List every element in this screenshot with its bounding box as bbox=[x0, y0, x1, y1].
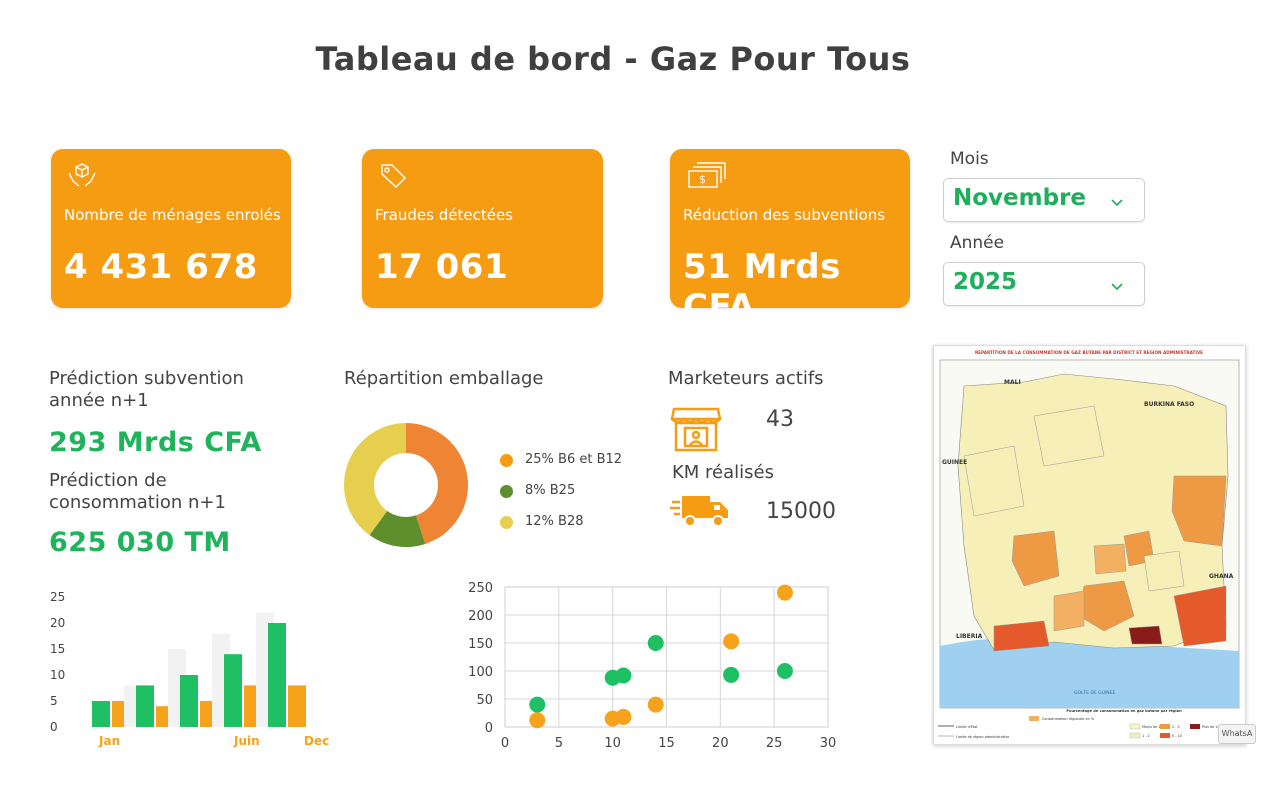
x-tick-label: 0 bbox=[501, 736, 509, 751]
scatter-point bbox=[647, 696, 664, 713]
year-select[interactable]: 2025 bbox=[943, 262, 1145, 306]
y-tick-label: 50 bbox=[476, 693, 493, 708]
kpi-value: 17 061 bbox=[375, 247, 509, 287]
kpi-card-subsidy-reduction: $ Réduction des subventions 51 Mrds CFA bbox=[670, 149, 910, 327]
year-filter-label: Année bbox=[950, 233, 1005, 253]
map-legend-title: Pourcentage de consommation en gaz butan… bbox=[1066, 709, 1182, 713]
y-tick-label: 0 bbox=[485, 721, 493, 736]
kpi-card-households: Nombre de ménages enrolés 4 431 678 bbox=[51, 149, 291, 308]
kpi-label: Nombre de ménages enrolés bbox=[64, 206, 281, 224]
map-legend-line: Limite d'Etat bbox=[956, 725, 978, 729]
bar-green bbox=[180, 675, 198, 727]
x-tick-label: 15 bbox=[658, 736, 675, 751]
consumption-map: REPARTITION DE LA CONSOMMATION DE GAZ BU… bbox=[933, 345, 1246, 745]
money-icon: $ bbox=[686, 161, 726, 195]
packaging-donut-chart bbox=[344, 423, 468, 547]
y-tick-label: 0 bbox=[50, 720, 58, 734]
y-tick-label: 200 bbox=[468, 609, 493, 624]
map-country-label: GUINEE bbox=[942, 459, 967, 466]
scatter-point bbox=[723, 666, 740, 683]
consumption-prediction-label: Prédiction de consommation n+1 bbox=[49, 470, 226, 513]
subsidy-prediction-value: 293 Mrds CFA bbox=[49, 427, 262, 458]
scatter-point bbox=[723, 633, 740, 650]
month-select-value: Novembre bbox=[953, 185, 1087, 211]
map-legend-range: 1 - 2 bbox=[1142, 734, 1150, 738]
tag-icon bbox=[378, 161, 408, 195]
scatter-point bbox=[776, 584, 793, 601]
scatter-chart: 0 50 100 150 200 250 0 5 10 15 20 25 30 bbox=[468, 581, 837, 751]
scatter-point bbox=[647, 635, 664, 651]
map-legend-box: Consommation régionale en % bbox=[1042, 717, 1095, 721]
km-title: KM réalisés bbox=[672, 462, 774, 483]
kpi-card-frauds: Fraudes détectées 17 061 bbox=[362, 149, 603, 308]
delivery-truck-icon bbox=[670, 494, 730, 532]
scatter-point bbox=[776, 663, 793, 679]
hands-box-icon bbox=[67, 161, 97, 195]
map-legend-line: Limite de région administrative bbox=[956, 735, 1009, 739]
y-tick-label: 250 bbox=[468, 581, 493, 596]
bar-green bbox=[224, 654, 242, 727]
scatter-point bbox=[529, 696, 546, 713]
subsidy-prediction-label: Prédiction subvention année n+1 bbox=[49, 368, 244, 411]
kpi-value: 4 431 678 bbox=[64, 247, 258, 287]
packaging-title: Répartition emballage bbox=[344, 368, 544, 389]
y-tick-label: 25 bbox=[50, 590, 65, 604]
kpi-value: 51 Mrds CFA bbox=[683, 247, 841, 327]
map-legend-range: 2 - 5 bbox=[1172, 725, 1180, 729]
map-sea-label: GOLFE DE GUINEE bbox=[1074, 690, 1115, 696]
chevron-down-icon bbox=[1110, 193, 1124, 212]
x-tick-label: 30 bbox=[820, 736, 837, 751]
marketers-value: 43 bbox=[766, 407, 794, 432]
map-title: REPARTITION DE LA CONSOMMATION DE GAZ BU… bbox=[975, 350, 1203, 355]
consumption-prediction-value: 625 030 TM bbox=[49, 527, 231, 558]
whatsapp-badge[interactable]: WhatsA bbox=[1218, 724, 1256, 744]
map-legend-range: 5 - 10 bbox=[1172, 734, 1182, 738]
x-tick-label: 10 bbox=[604, 736, 621, 751]
chevron-down-icon bbox=[1110, 277, 1124, 296]
y-tick-label: 100 bbox=[468, 665, 493, 680]
monthly-bar-chart: 0 5 10 15 20 25 Jan Juin Dec bbox=[50, 590, 329, 748]
bar-green bbox=[268, 623, 286, 727]
bar-green bbox=[136, 685, 154, 727]
map-legend-range: Moins de 1 bbox=[1142, 725, 1160, 729]
shop-icon bbox=[670, 405, 722, 457]
y-tick-label: 150 bbox=[468, 637, 493, 652]
month-filter-label: Mois bbox=[950, 149, 989, 169]
scatter-point bbox=[615, 708, 632, 725]
scatter-point bbox=[615, 667, 632, 684]
year-select-value: 2025 bbox=[953, 269, 1018, 295]
map-country-label: GHANA bbox=[1209, 573, 1234, 580]
kpi-label: Fraudes détectées bbox=[375, 206, 513, 224]
bar-orange bbox=[288, 685, 306, 727]
x-tick-label: Dec bbox=[304, 734, 329, 748]
y-tick-label: 15 bbox=[50, 642, 65, 656]
bar-green bbox=[92, 701, 110, 727]
y-tick-label: 5 bbox=[50, 694, 58, 708]
map-legend-range: Plus de 10 bbox=[1202, 725, 1220, 729]
kpi-label: Réduction des subventions bbox=[683, 206, 886, 224]
y-tick-label: 10 bbox=[50, 668, 65, 682]
x-tick-label: 5 bbox=[555, 736, 563, 751]
km-value: 15000 bbox=[766, 499, 836, 524]
map-country-label: BURKINA FASO bbox=[1144, 401, 1194, 408]
map-country-label: LIBERIA bbox=[956, 633, 983, 640]
x-tick-label: 20 bbox=[712, 736, 729, 751]
y-tick-label: 20 bbox=[50, 616, 65, 630]
x-tick-label: Juin bbox=[233, 734, 260, 748]
marketers-title: Marketeurs actifs bbox=[668, 368, 824, 389]
map-country-label: MALI bbox=[1004, 379, 1021, 386]
month-select[interactable]: Novembre bbox=[943, 178, 1145, 222]
page-title: Tableau de bord - Gaz Pour Tous bbox=[315, 40, 911, 78]
scatter-point bbox=[529, 712, 546, 729]
svg-text:$: $ bbox=[699, 173, 706, 186]
x-tick-label: 25 bbox=[766, 736, 783, 751]
x-tick-label: Jan bbox=[98, 734, 120, 748]
